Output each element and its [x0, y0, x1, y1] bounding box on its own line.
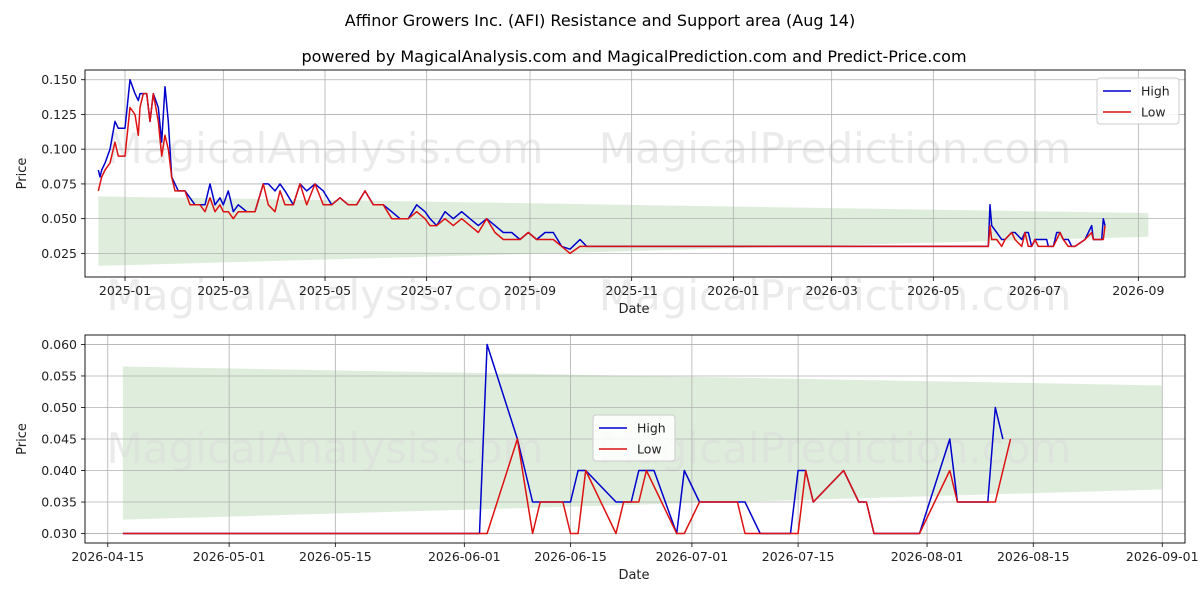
x-tick-label: 2026-07-15: [762, 549, 835, 564]
legend-label-high: High: [1141, 84, 1170, 99]
x-tick-label: 2026-07: [1009, 283, 1061, 298]
x-tick-label: 2025-05: [299, 283, 351, 298]
figure: Affinor Growers Inc. (AFI) Resistance an…: [15, 11, 1199, 583]
y-tick-label: 0.075: [41, 176, 77, 191]
x-tick-label: 2026-01: [707, 283, 759, 298]
legend-label-high: High: [637, 421, 666, 436]
watermark-text: MagicalAnalysis.com: [107, 424, 544, 473]
legend-label-low: Low: [637, 442, 662, 457]
chart-title: Affinor Growers Inc. (AFI) Resistance an…: [345, 11, 855, 30]
x-tick-label: 2025-01: [99, 283, 151, 298]
x-tick-label: 2026-05-15: [299, 549, 372, 564]
x-tick-label: 2026-09-01: [1126, 549, 1199, 564]
x-tick-label: 2025-11: [606, 283, 658, 298]
x-tick-label: 2025-03: [197, 283, 249, 298]
y-tick-label: 0.040: [41, 463, 77, 478]
x-tick-label: 2025-09: [504, 283, 556, 298]
y-axis-label: Price: [15, 158, 30, 190]
legend: High Low: [592, 414, 676, 462]
x-tick-label: 2026-08-15: [997, 549, 1070, 564]
x-tick-label: 2026-05-01: [193, 549, 266, 564]
x-tick-label: 2026-05: [907, 283, 959, 298]
x-axis-label: Date: [618, 568, 649, 583]
y-tick-label: 0.025: [41, 246, 77, 261]
y-tick-label: 0.125: [41, 107, 77, 122]
x-tick-label: 2025-07: [401, 283, 453, 298]
y-tick-label: 0.055: [41, 368, 77, 383]
y-tick-label: 0.150: [41, 72, 77, 87]
watermark-text: MagicalPrediction.com: [599, 124, 1072, 173]
legend: High Low: [1096, 77, 1180, 125]
x-tick-label: 2026-09: [1112, 283, 1164, 298]
x-tick-label: 2026-06-15: [534, 549, 607, 564]
x-tick-label: 2026-06-01: [428, 549, 501, 564]
y-tick-label: 0.050: [41, 211, 77, 226]
y-tick-label: 0.030: [41, 526, 77, 541]
x-axis-label: Date: [618, 302, 649, 317]
y-tick-label: 0.035: [41, 495, 77, 510]
legend-label-low: Low: [1141, 105, 1166, 120]
y-tick-label: 0.045: [41, 432, 77, 447]
chart-subtitle: powered by MagicalAnalysis.com and Magic…: [301, 47, 966, 66]
x-tick-label: 2026-07-01: [656, 549, 729, 564]
y-tick-label: 0.060: [41, 337, 77, 352]
x-tick-label: 2026-04-15: [71, 549, 144, 564]
x-tick-label: 2026-08-01: [891, 549, 964, 564]
y-axis-label: Price: [15, 423, 30, 455]
y-tick-label: 0.100: [41, 142, 77, 157]
bottom-chart: MagicalAnalysis.com MagicalPrediction.com…: [15, 334, 1199, 583]
y-tick-label: 0.050: [41, 400, 77, 415]
x-tick-label: 2026-03: [806, 283, 858, 298]
top-chart: MagicalAnalysis.com MagicalPrediction.com…: [15, 69, 1186, 320]
